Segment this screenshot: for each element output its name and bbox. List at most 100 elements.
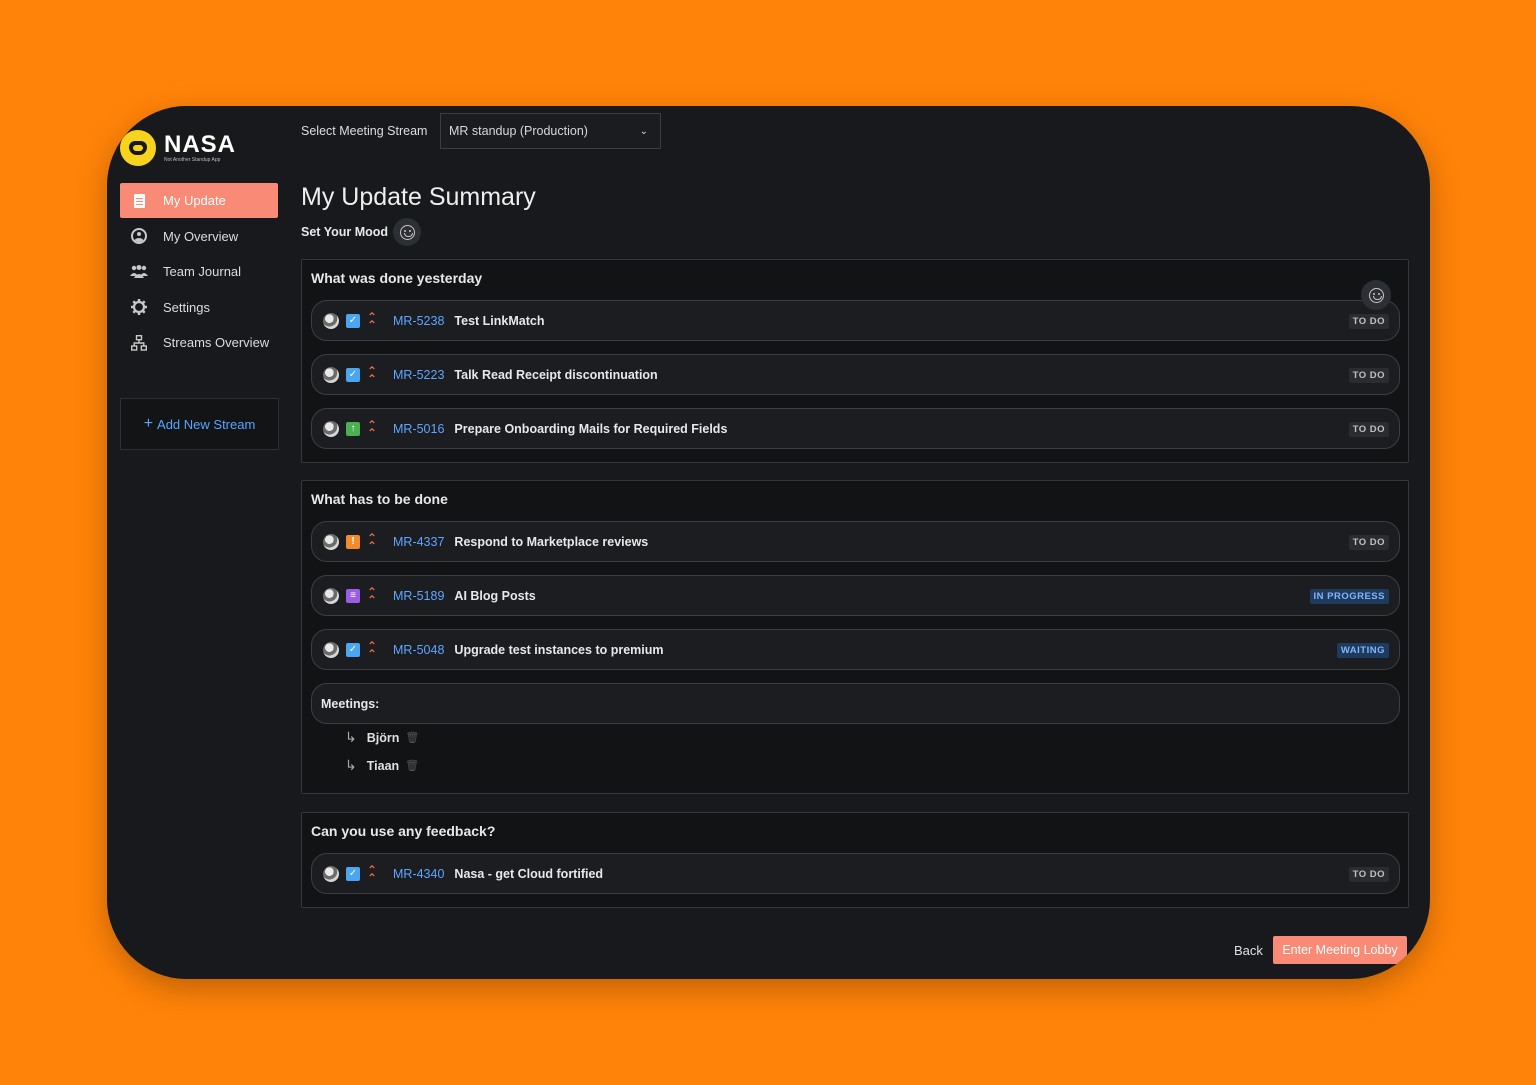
user-circle-icon [130,227,148,245]
task-key-link[interactable]: MR-4340 [393,867,444,881]
sidebar-item-settings[interactable]: Settings [120,290,278,325]
sidebar-item-team-journal[interactable]: Team Journal [120,254,278,289]
avatar [323,420,339,437]
back-button[interactable]: Back [1234,943,1263,958]
stream-select-label: Select Meeting Stream [301,124,428,138]
helmet-icon [120,130,156,166]
status-badge: TO DO [1348,422,1389,437]
smiley-add-icon [1368,287,1384,303]
mood-setter: Set Your Mood [301,218,422,246]
logo-tagline: Not Another Standup App [164,156,221,163]
story-type-icon: ≡ [346,588,360,603]
logo[interactable]: NASA Not Another Standup App [120,130,236,166]
task-row[interactable]: ✓ ⌃ ⌃ MR-5238 Test LinkMatch TO DO [311,300,1400,341]
sidebar-item-label: My Update [163,193,226,208]
plus-icon: + [143,415,154,432]
task-key-link[interactable]: MR-5238 [393,314,444,328]
priority-highest-icon: ⌃ ⌃ [366,530,378,553]
task-summary: Nasa - get Cloud fortified [454,866,604,881]
section-to-be-done: What has to be done ! ⌃ ⌃ MR-4337 Respond… [301,480,1409,794]
task-key-link[interactable]: MR-5223 [393,368,444,382]
team-icon [130,263,148,281]
sidebar-item-label: Settings [163,299,210,315]
priority-highest-icon: ⌃ ⌃ [366,638,378,661]
sidebar-item-my-update[interactable]: My Update [120,183,278,218]
meeting-item: ↳ Tiaan 🗑 [345,757,419,774]
avatar [323,366,339,383]
priority-highest-icon: ⌃ ⌃ [366,584,378,607]
task-row[interactable]: ↑ ⌃ ⌃ MR-5016 Prepare Onboarding Mails fo… [311,408,1400,449]
add-reaction-button[interactable] [1361,280,1391,310]
task-type-icon: ✓ [346,642,360,657]
meeting-name: Tiaan [366,758,400,773]
task-row[interactable]: ✓ ⌃ ⌃ MR-5048 Upgrade test instances to p… [311,629,1400,670]
avatar [323,641,339,658]
task-row[interactable]: ✓ ⌃ ⌃ MR-5223 Talk Read Receipt discontin… [311,354,1400,395]
task-type-icon: ✓ [346,866,360,881]
page-title: My Update Summary [301,183,536,211]
chevron-down-icon: ⌄ [639,125,648,137]
task-summary: Talk Read Receipt discontinuation [454,367,658,382]
task-summary: Prepare Onboarding Mails for Required Fi… [454,421,728,436]
smiley-add-icon [399,224,415,240]
section-title: What has to be done [311,491,448,507]
gear-icon [130,298,148,316]
task-row[interactable]: ! ⌃ ⌃ MR-4337 Respond to Marketplace revi… [311,521,1400,562]
sidebar-nav: My Update My Overview Team Journal Setti… [120,183,278,361]
document-icon [130,192,148,210]
enter-meeting-lobby-button[interactable]: Enter Meeting Lobby [1273,936,1407,964]
task-key-link[interactable]: MR-5016 [393,422,444,436]
sidebar: NASA Not Another Standup App My Update M… [107,106,287,979]
trash-icon[interactable]: 🗑 [405,759,419,772]
add-new-stream-button[interactable]: + Add New Stream [120,398,279,450]
set-mood-button[interactable] [393,218,422,246]
stream-select[interactable]: MR standup (Production) ⌄ [440,113,661,149]
hierarchy-icon [130,334,148,352]
trash-icon[interactable]: 🗑 [405,731,419,744]
task-row[interactable]: ✓ ⌃ ⌃ MR-4340 Nasa - get Cloud fortified … [311,853,1400,894]
task-summary: AI Blog Posts [454,588,536,603]
avatar [323,312,339,329]
status-badge: WAITING [1336,643,1389,658]
task-summary: Upgrade test instances to premium [454,642,664,657]
status-badge: TO DO [1348,535,1389,550]
sidebar-item-label: My Overview [163,228,239,244]
meeting-item: ↳ Björn 🗑 [345,729,419,746]
subdirectory-arrow-icon: ↳ [345,729,357,745]
sidebar-item-label: Team Journal [163,264,242,279]
task-row[interactable]: ≡ ⌃ ⌃ MR-5189 AI Blog Posts IN PROGRESS [311,575,1400,616]
meeting-name: Björn [366,730,400,745]
avatar [323,865,339,882]
meetings-label: Meetings: [321,696,380,711]
section-title: Can you use any feedback? [311,823,496,839]
app-window: NASA Not Another Standup App My Update M… [107,106,1430,979]
task-key-link[interactable]: MR-5189 [393,589,444,603]
task-summary: Test LinkMatch [454,313,545,328]
stream-select-value: MR standup (Production) [449,124,588,138]
sidebar-item-my-overview[interactable]: My Overview [120,219,278,254]
section-feedback: Can you use any feedback? ✓ ⌃ ⌃ MR-4340 N… [301,812,1409,908]
avatar [323,587,339,604]
task-key-link[interactable]: MR-5048 [393,643,444,657]
priority-highest-icon: ⌃ ⌃ [366,862,378,885]
subdirectory-arrow-icon: ↳ [345,757,357,773]
mood-label: Set Your Mood [301,225,389,239]
status-badge: TO DO [1348,368,1389,383]
priority-highest-icon: ⌃ ⌃ [366,417,378,440]
meetings-row[interactable]: Meetings: [311,683,1400,724]
status-badge: IN PROGRESS [1309,589,1389,604]
sidebar-item-label: Streams Overview [163,335,270,350]
sidebar-item-streams-overview[interactable]: Streams Overview [120,325,278,360]
bug-type-icon: ! [346,534,360,549]
avatar [323,533,339,550]
priority-highest-icon: ⌃ ⌃ [366,309,378,332]
add-new-stream-label: Add New Stream [157,416,256,432]
section-done-yesterday: What was done yesterday ✓ ⌃ ⌃ MR-5238 Tes… [301,259,1409,463]
logo-name: NASA [164,130,237,158]
priority-highest-icon: ⌃ ⌃ [366,363,378,386]
task-type-icon: ✓ [346,367,360,382]
status-badge: TO DO [1348,314,1389,329]
task-type-icon: ✓ [346,313,360,328]
improvement-type-icon: ↑ [346,421,360,436]
task-key-link[interactable]: MR-4337 [393,535,444,549]
